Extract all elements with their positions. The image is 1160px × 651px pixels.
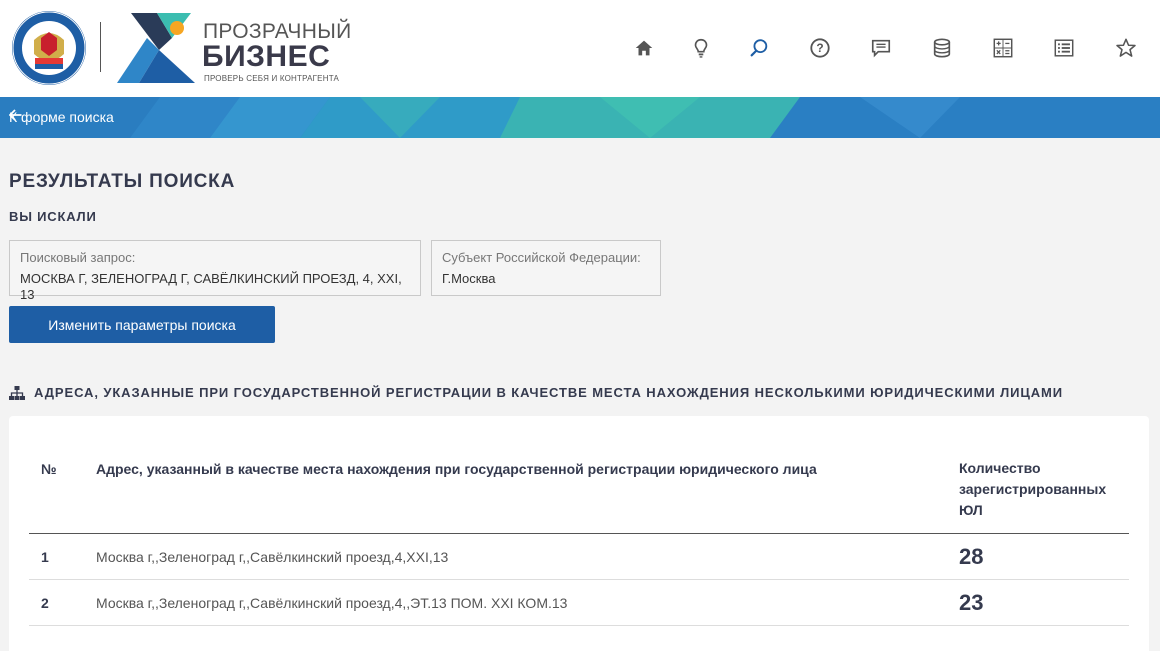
site-header: ПРОЗРАЧНЫЙ БИЗНЕС ПРОВЕРЬ СЕБЯ И КОНТРАГ… — [0, 0, 1160, 97]
column-header-address: Адрес, указанный в качестве места нахожд… — [96, 461, 817, 477]
star-icon[interactable] — [1113, 35, 1139, 61]
back-to-search-link[interactable]: К форме поиска — [9, 109, 114, 125]
svg-text:?: ? — [816, 41, 823, 55]
results-table: № Адрес, указанный в качестве места нахо… — [9, 416, 1149, 651]
database-icon[interactable] — [929, 35, 955, 61]
section-title: АДРЕСА, УКАЗАННЫЕ ПРИ ГОСУДАРСТВЕННОЙ РЕ… — [34, 385, 1064, 400]
banner-pattern — [0, 97, 1160, 138]
page-title: РЕЗУЛЬТАТЫ ПОИСКА — [9, 171, 236, 192]
region-box: Субъект Российской Федерации: Г.Москва — [431, 240, 661, 296]
search-query-box: Поисковый запрос: МОСКВА Г, ЗЕЛЕНОГРАД Г… — [9, 240, 421, 302]
change-search-params-button[interactable]: Изменить параметры поиска — [9, 306, 275, 343]
column-header-count-line2: зарегистрированных — [959, 481, 1107, 497]
page-banner: К форме поиска — [0, 97, 1160, 138]
search-query-value: МОСКВА Г, ЗЕЛЕНОГРАД Г, САВЁЛКИНСКИЙ ПРО… — [20, 271, 402, 302]
region-label: Субъект Российской Федерации: — [442, 250, 641, 265]
section-heading: АДРЕСА, УКАЗАННЫЕ ПРИ ГОСУДАРСТВЕННОЙ РЕ… — [9, 385, 1063, 400]
header-nav: ? — [0, 35, 1160, 61]
table-header-divider — [29, 533, 1129, 534]
arrow-left-icon — [9, 109, 22, 121]
row-divider — [29, 625, 1129, 626]
calculator-icon[interactable] — [990, 35, 1016, 61]
chat-icon[interactable] — [868, 35, 894, 61]
row-address[interactable]: Москва г,,Зеленоград г,,Савёлкинский про… — [96, 595, 567, 611]
home-icon[interactable] — [631, 35, 657, 61]
row-address[interactable]: Москва г,,Зеленоград г,,Савёлкинский про… — [96, 549, 448, 565]
brand-tagline: ПРОВЕРЬ СЕБЯ И КОНТРАГЕНТА — [204, 74, 340, 83]
list-icon[interactable] — [1051, 35, 1077, 61]
hierarchy-icon — [9, 385, 25, 400]
row-number: 1 — [41, 549, 49, 565]
search-icon[interactable] — [746, 35, 772, 61]
row-divider — [29, 579, 1129, 580]
lightbulb-icon[interactable] — [688, 35, 714, 61]
column-header-count: Количество зарегистрированных ЮЛ — [959, 458, 1106, 521]
column-header-number: № — [41, 461, 57, 477]
column-header-count-line3: ЮЛ — [959, 502, 983, 518]
region-value: Г.Москва — [442, 271, 496, 286]
back-to-search-label: К форме поиска — [9, 109, 114, 125]
row-number: 2 — [41, 595, 49, 611]
column-header-count-line1: Количество — [959, 460, 1041, 476]
row-count[interactable]: 28 — [959, 544, 983, 570]
search-query-label: Поисковый запрос: — [20, 250, 136, 265]
search-subtitle: ВЫ ИСКАЛИ — [9, 209, 97, 224]
row-count[interactable]: 23 — [959, 590, 983, 616]
help-icon[interactable]: ? — [807, 35, 833, 61]
